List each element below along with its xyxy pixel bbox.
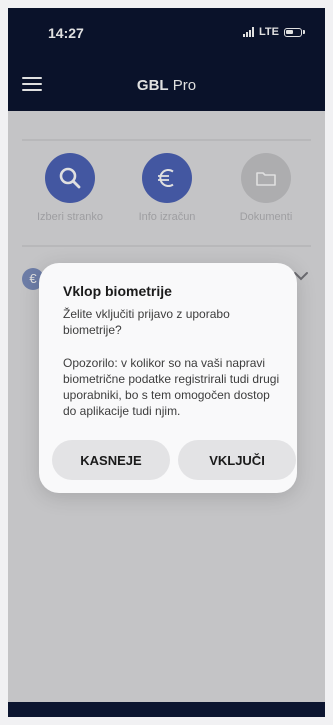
enable-button[interactable]: VKLJUČI xyxy=(178,440,296,480)
biometrics-dialog: Vklop biometrije Želite vključiti prijav… xyxy=(39,263,297,493)
dialog-question: Želite vključiti prijavo z uporabo biome… xyxy=(63,307,230,337)
dialog-title: Vklop biometrije xyxy=(63,283,172,299)
bottom-bar xyxy=(8,702,325,717)
dialog-warning: Opozorilo: v kolikor so na vaši napravi … xyxy=(63,356,280,418)
later-button[interactable]: KASNEJE xyxy=(52,440,170,480)
phone-screen: 14:27 LTE GBL Pro Izberi stranko Info iz… xyxy=(8,8,325,717)
